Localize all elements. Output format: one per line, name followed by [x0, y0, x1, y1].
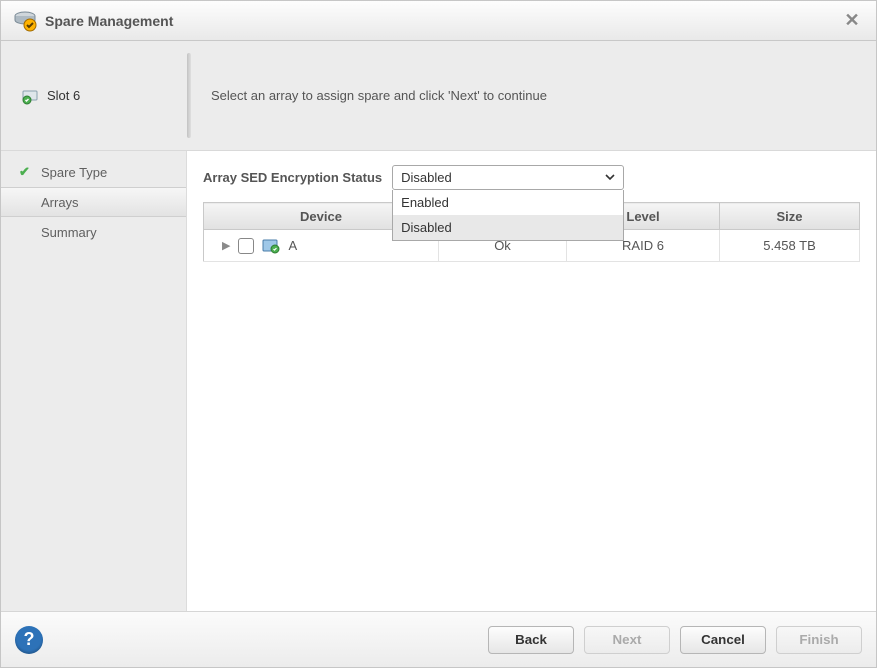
main-panel: Array SED Encryption Status Disabled Ena…	[187, 151, 876, 611]
context-banner: Slot 6 Select an array to assign spare a…	[1, 41, 876, 151]
option-disabled[interactable]: Disabled	[393, 215, 623, 240]
wizard-steps: ✔ Spare Type Arrays Summary	[1, 151, 187, 611]
step-summary[interactable]: Summary	[1, 217, 186, 247]
close-icon[interactable]: ✕	[840, 10, 864, 31]
option-enabled[interactable]: Enabled	[393, 190, 623, 215]
array-icon	[262, 237, 280, 255]
help-icon[interactable]: ?	[15, 626, 43, 654]
encryption-filter-select[interactable]: Disabled Enabled Disabled	[392, 165, 624, 190]
step-label: Summary	[41, 225, 97, 240]
encryption-filter-row: Array SED Encryption Status Disabled Ena…	[203, 165, 860, 190]
encryption-filter-label: Array SED Encryption Status	[203, 170, 382, 185]
titlebar: Spare Management ✕	[1, 1, 876, 41]
cell-size: 5.458 TB	[720, 230, 860, 262]
context-slot: Slot 6	[1, 41, 187, 150]
step-label: Spare Type	[41, 165, 107, 180]
select-display[interactable]: Disabled	[392, 165, 624, 190]
controller-icon	[21, 86, 41, 106]
finish-button[interactable]: Finish	[776, 626, 862, 654]
encryption-dropdown: Enabled Disabled	[392, 190, 624, 241]
dialog-body: ✔ Spare Type Arrays Summary Array SED En…	[1, 151, 876, 611]
row-checkbox[interactable]	[238, 238, 254, 254]
chevron-down-icon	[603, 170, 617, 184]
spare-management-icon	[13, 9, 37, 33]
col-header-size[interactable]: Size	[720, 203, 860, 230]
dialog-footer: ? Back Next Cancel Finish	[1, 611, 876, 667]
instruction-text: Select an array to assign spare and clic…	[191, 41, 876, 150]
step-spare-type[interactable]: ✔ Spare Type	[1, 157, 186, 187]
slot-label: Slot 6	[47, 88, 80, 103]
device-name: A	[288, 238, 297, 253]
next-button[interactable]: Next	[584, 626, 670, 654]
cancel-button[interactable]: Cancel	[680, 626, 766, 654]
step-arrays[interactable]: Arrays	[1, 187, 186, 217]
back-button[interactable]: Back	[488, 626, 574, 654]
expand-icon[interactable]: ▶	[222, 239, 230, 252]
select-value: Disabled	[401, 170, 452, 185]
dialog-spare-management: Spare Management ✕ Slot 6 Select an arra…	[0, 0, 877, 668]
check-icon: ✔	[19, 164, 33, 180]
step-label: Arrays	[41, 195, 79, 210]
dialog-title: Spare Management	[45, 13, 840, 29]
